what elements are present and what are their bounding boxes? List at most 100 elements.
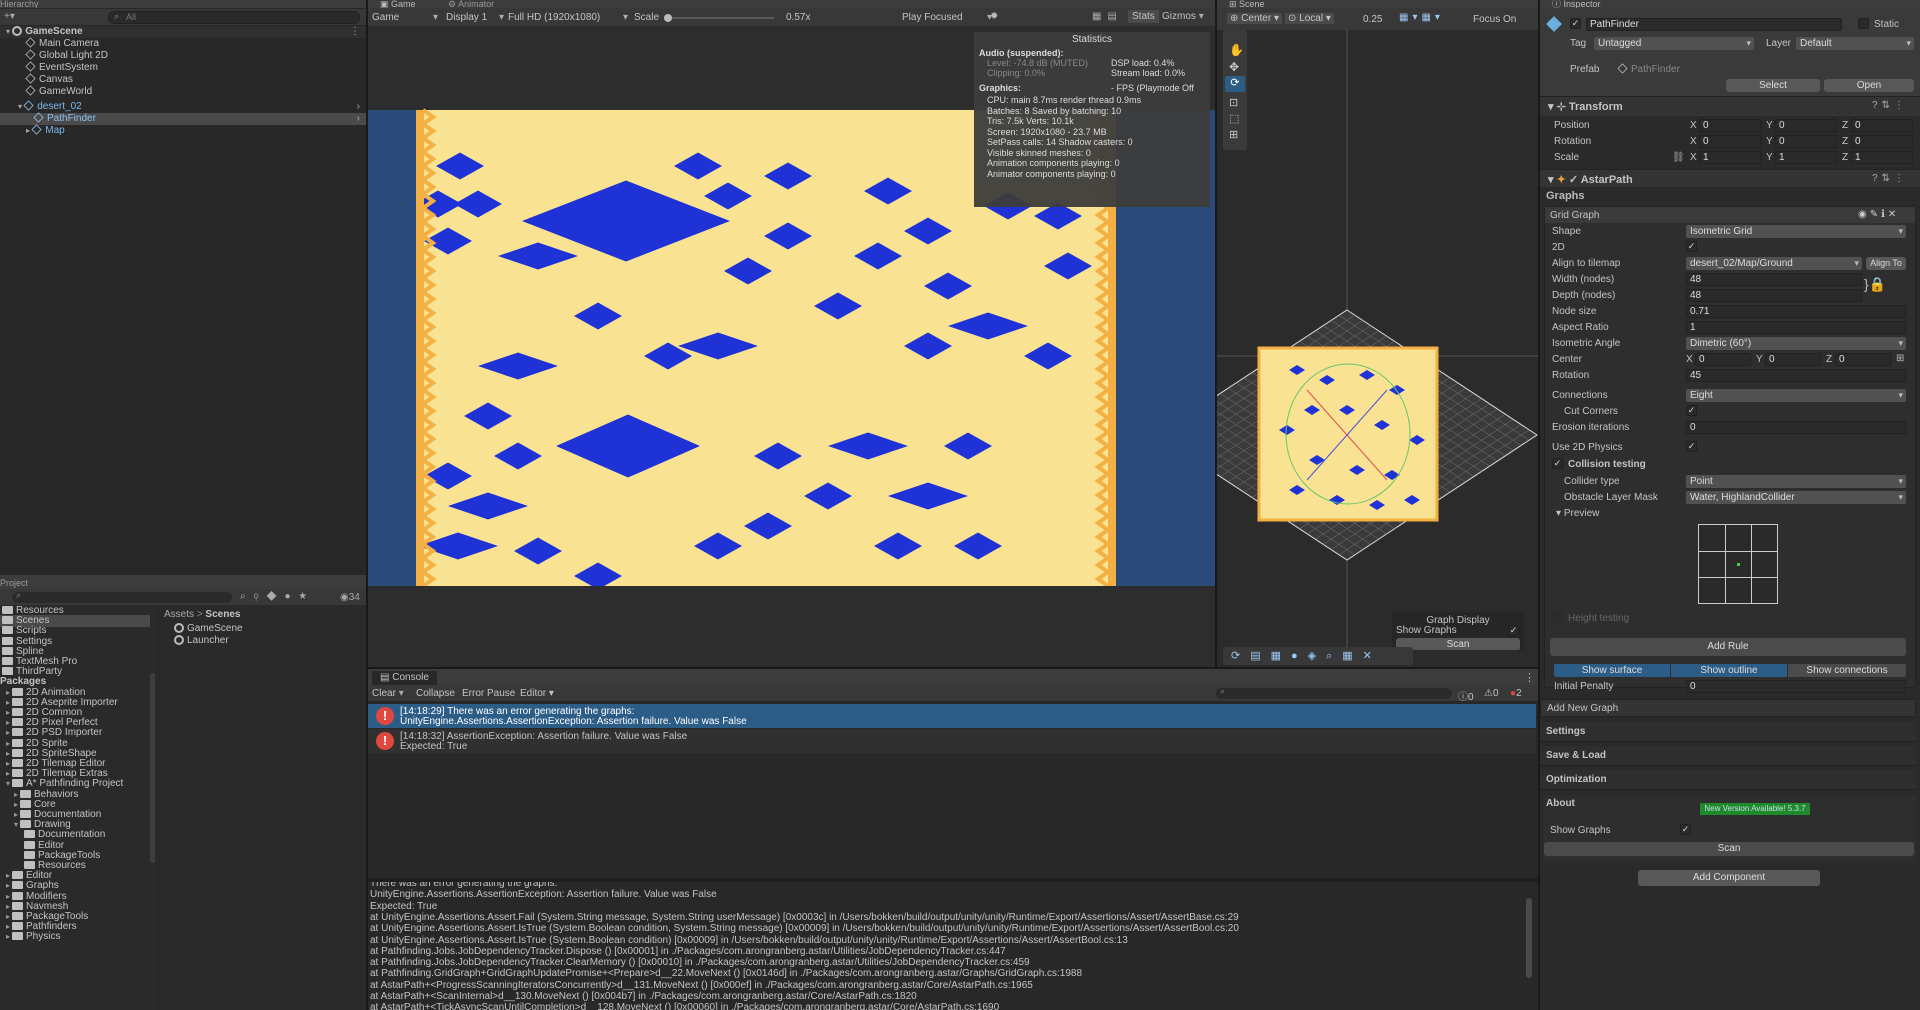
constrain-proportions-icon[interactable]: ⛓ (1672, 152, 1685, 163)
hierarchy-scene-row[interactable]: ▾ GameScene ⋮ (0, 26, 366, 38)
show-surface-button[interactable]: Show surface (1554, 664, 1670, 677)
display-dropdown[interactable]: Display 1 ▾ (446, 12, 504, 23)
resolution-dropdown[interactable]: Full HD (1920x1080) ▾ (508, 12, 628, 23)
play-mode-dropdown[interactable]: Play Focused ▾ (902, 12, 992, 23)
hierarchy-item-map[interactable]: ▸ Map (0, 124, 366, 137)
hierarchy-item[interactable]: EventSystem (0, 61, 366, 74)
inspector-scan-button[interactable]: Scan (1544, 842, 1914, 856)
hierarchy-prefab-row[interactable]: ▾ desert_02 › (0, 100, 366, 113)
section-optimization[interactable]: Optimization (1540, 770, 1916, 790)
console-detail-scrollbar[interactable] (1526, 898, 1532, 978)
physics-checkbox[interactable]: ✓ (1686, 441, 1697, 452)
hierarchy-item-pathfinder[interactable]: PathFinder › (0, 112, 366, 125)
more-icon[interactable]: ⋮ (1524, 671, 1535, 684)
aspect-field[interactable]: 1 (1686, 321, 1906, 334)
animator-tab[interactable]: ⚙ Animator (440, 0, 494, 8)
project-tab[interactable]: Project (0, 577, 28, 589)
stats-button[interactable]: Stats (1128, 10, 1159, 23)
scan-button[interactable]: Scan (1396, 638, 1520, 650)
add-rule-button[interactable]: Add Rule (1550, 638, 1906, 656)
console-entry-1[interactable]: ! [14:18:29] There was an error generati… (368, 704, 1536, 728)
hierarchy-search-input[interactable]: ⌕ All (108, 11, 360, 24)
collider-dropdown[interactable]: Point (1686, 475, 1906, 488)
scene-tab[interactable]: ⊞ Scene (1221, 0, 1265, 8)
transform-pos-y[interactable]: 0 (1775, 119, 1837, 132)
hierarchy-item[interactable]: Main Camera (0, 37, 366, 50)
connections-dropdown[interactable]: Eight (1686, 389, 1906, 402)
log-count[interactable]: ⓘ0 (1458, 688, 1474, 703)
grid-snap-icons[interactable]: ▦▾▦▾ (1399, 12, 1444, 23)
project-search-input[interactable]: ⌕ (12, 590, 232, 603)
hierarchy-add-icon[interactable]: +▾ (4, 12, 16, 22)
scene-viewport[interactable]: ✋ ✥ ⟳ ⊡ ⬚ ⊞ Graph Display Show Graphs ✓ … (1217, 30, 1538, 650)
project-toolbar-icons[interactable]: ⌕⚲◆●★ (240, 591, 315, 602)
clear-button[interactable]: Clear ▾ (372, 688, 404, 699)
game-toolbar-icons[interactable]: ▦▤ (1092, 11, 1123, 22)
file-gamescene[interactable]: GameScene (174, 623, 243, 634)
static-checkbox[interactable] (1858, 18, 1869, 29)
prefab-open-button[interactable]: Open (1824, 79, 1914, 92)
grid-graph-header-icons[interactable]: ◉✎ℹ✕ (1858, 209, 1899, 220)
gizmos-button[interactable]: Gizmos ▾ (1162, 11, 1204, 22)
error-count[interactable]: ●2 (1510, 688, 1522, 699)
erosion-field[interactable]: 0 (1686, 421, 1906, 434)
layer-dropdown[interactable]: Default (1796, 37, 1914, 50)
project-tree-scrollbar[interactable] (150, 673, 155, 863)
add-component-button[interactable]: Add Component (1638, 870, 1820, 886)
scale-slider[interactable] (664, 14, 774, 22)
transform-pos-z[interactable]: 0 (1851, 119, 1913, 132)
transform-rot-y[interactable]: 0 (1775, 135, 1837, 148)
chevron-right-icon[interactable]: › (357, 101, 360, 113)
hierarchy-item[interactable]: Canvas (0, 73, 366, 86)
pivot-dropdown[interactable]: ⊕ Center ▾ (1227, 13, 1282, 24)
rect-tool-icon[interactable]: ⬚ (1229, 112, 1239, 125)
focus-on-label[interactable]: Focus On (1473, 14, 1516, 25)
inspector-tab[interactable]: ⓘ Inspector (1544, 0, 1601, 8)
game-tab[interactable]: ▣ Game (372, 0, 416, 8)
align-dropdown[interactable]: desert_02/Map/Ground (1686, 257, 1862, 270)
section-save-load[interactable]: Save & Load (1540, 746, 1916, 766)
snap-center-icon[interactable]: ⊞ (1896, 353, 1904, 364)
tag-dropdown[interactable]: Untagged (1594, 37, 1754, 50)
width-field[interactable]: 48 (1686, 273, 1862, 286)
move-tool-icon[interactable]: ✥ (1229, 60, 1239, 74)
transform-rot-x[interactable]: 0 (1699, 135, 1761, 148)
link-width-depth-icon[interactable]: }🔒 (1864, 276, 1886, 293)
show-outline-button[interactable]: Show outline (1671, 664, 1787, 677)
scale-tool-icon[interactable]: ⊡ (1229, 96, 1238, 109)
snap-value[interactable]: 0.25 (1363, 14, 1382, 25)
height-testing-checkbox[interactable] (1552, 612, 1563, 623)
active-checkbox[interactable]: ✓ (1570, 18, 1581, 29)
show-graphs-checkbox[interactable]: ✓ (1508, 625, 1519, 636)
show-connections-button[interactable]: Show connections (1788, 664, 1906, 677)
shape-dropdown[interactable]: Isometric Grid (1686, 225, 1906, 238)
gameobject-name-field[interactable]: PathFinder (1586, 18, 1842, 31)
center-z[interactable]: 0 (1835, 353, 1891, 366)
hierarchy-tab[interactable]: Hierarchy (0, 0, 39, 8)
transform-scl-x[interactable]: 1 (1699, 151, 1761, 164)
console-tab[interactable]: ▤ Console (372, 671, 437, 685)
console-search-input[interactable]: ⌕ (1216, 686, 1452, 699)
transform-header[interactable]: ▾ ⊹ Transform (1548, 100, 1623, 113)
warning-count[interactable]: ⚠0 (1484, 688, 1499, 699)
more-icon[interactable]: ⋮ (350, 26, 360, 38)
show-graphs-checkbox[interactable]: ✓ (1680, 824, 1691, 835)
iso-dropdown[interactable]: Dimetric (60°) (1686, 337, 1906, 350)
mute-audio-icon[interactable]: ✹ (990, 11, 998, 22)
space-dropdown[interactable]: ⊙ Local ▾ (1285, 13, 1334, 24)
rotate-tool-icon[interactable]: ⟳ (1225, 76, 1245, 92)
hierarchy-item[interactable]: GameWorld (0, 85, 366, 98)
console-entry-2[interactable]: ! [14:18:32] AssertionException: Asserti… (368, 729, 1536, 753)
hand-tool-icon[interactable]: ✋ (1229, 42, 1244, 58)
astarpath-header-icons[interactable]: ?⇅⋮ (1872, 173, 1908, 184)
astarpath-header[interactable]: ▾ ✦ ✓ AstarPath (1548, 173, 1633, 186)
align-to-button[interactable]: Align To (1866, 257, 1906, 270)
collision-testing-checkbox[interactable]: ✓ (1552, 458, 1563, 469)
depth-field[interactable]: 48 (1686, 289, 1862, 302)
transform-pos-x[interactable]: 0 (1699, 119, 1761, 132)
initial-penalty-field[interactable]: 0 (1686, 680, 1906, 693)
add-new-graph-row[interactable]: Add New Graph (1540, 699, 1916, 717)
cut-checkbox[interactable]: ✓ (1686, 405, 1697, 416)
mask-dropdown[interactable]: Water, HighlandCollider (1686, 491, 1906, 504)
node-size-field[interactable]: 0.71 (1686, 305, 1906, 318)
